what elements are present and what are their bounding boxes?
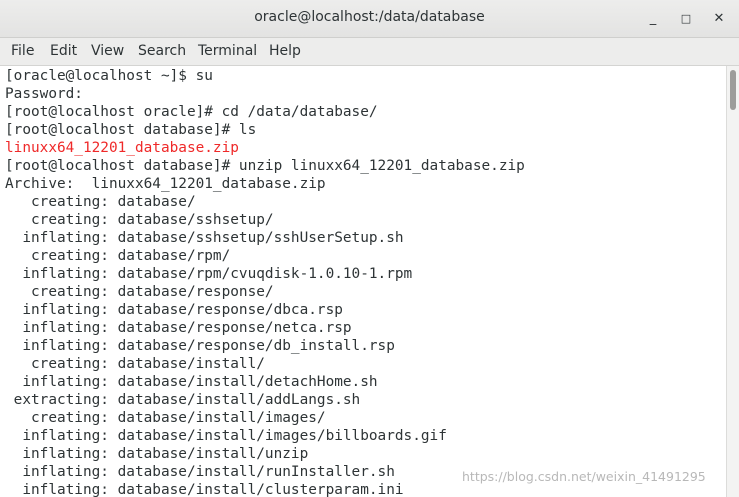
- terminal-line: linuxx64_12201_database.zip: [5, 140, 239, 156]
- close-button[interactable]: ✕: [709, 9, 729, 29]
- terminal-window: oracle@localhost:/data/database _ □ ✕ Fi…: [0, 0, 739, 497]
- terminal-line: creating: database/: [5, 194, 196, 210]
- vertical-scrollbar[interactable]: [726, 66, 739, 497]
- terminal-line: Password:: [5, 86, 83, 102]
- title-bar[interactable]: oracle@localhost:/data/database _ □ ✕: [0, 0, 739, 38]
- terminal-line: inflating: database/response/db_install.…: [5, 338, 395, 354]
- menu-bar: File Edit View Search Terminal Help: [0, 38, 739, 66]
- terminal-line: inflating: database/sshsetup/sshUserSetu…: [5, 230, 404, 246]
- menu-edit[interactable]: Edit: [50, 43, 77, 59]
- terminal-line: [root@localhost database]# unzip linuxx6…: [5, 158, 525, 174]
- menu-terminal[interactable]: Terminal: [198, 43, 257, 59]
- menu-search[interactable]: Search: [138, 43, 186, 59]
- watermark: https://blog.csdn.net/weixin_41491295: [462, 469, 706, 484]
- terminal-line: creating: database/rpm/: [5, 248, 231, 264]
- terminal-line: [root@localhost oracle]# cd /data/databa…: [5, 104, 378, 120]
- terminal-line: [oracle@localhost ~]$ su: [5, 68, 213, 84]
- terminal-line: [root@localhost database]# ls: [5, 122, 257, 138]
- terminal-line: extracting: database/install/addLangs.sh: [5, 392, 361, 408]
- maximize-button[interactable]: □: [676, 9, 696, 29]
- terminal-line: inflating: database/response/dbca.rsp: [5, 302, 343, 318]
- terminal-line: inflating: database/install/images/billb…: [5, 428, 447, 444]
- terminal-line: creating: database/response/: [5, 284, 274, 300]
- terminal-line: inflating: database/install/unzip: [5, 446, 309, 462]
- terminal-line: creating: database/sshsetup/: [5, 212, 274, 228]
- terminal-line: creating: database/install/images/: [5, 410, 326, 426]
- terminal-line: inflating: database/response/netca.rsp: [5, 320, 352, 336]
- menu-help[interactable]: Help: [269, 43, 301, 59]
- terminal-line: inflating: database/rpm/cvuqdisk-1.0.10-…: [5, 266, 413, 282]
- minimize-button[interactable]: _: [643, 9, 663, 29]
- terminal-line: inflating: database/install/detachHome.s…: [5, 374, 378, 390]
- scrollbar-thumb[interactable]: [730, 70, 736, 110]
- terminal-output[interactable]: [oracle@localhost ~]$ su Password: [root@l…: [0, 66, 726, 497]
- menu-file[interactable]: File: [11, 43, 34, 59]
- window-title: oracle@localhost:/data/database: [254, 9, 485, 25]
- terminal-line: Archive: linuxx64_12201_database.zip: [5, 176, 326, 192]
- terminal-line: creating: database/install/: [5, 356, 265, 372]
- menu-view[interactable]: View: [91, 43, 124, 59]
